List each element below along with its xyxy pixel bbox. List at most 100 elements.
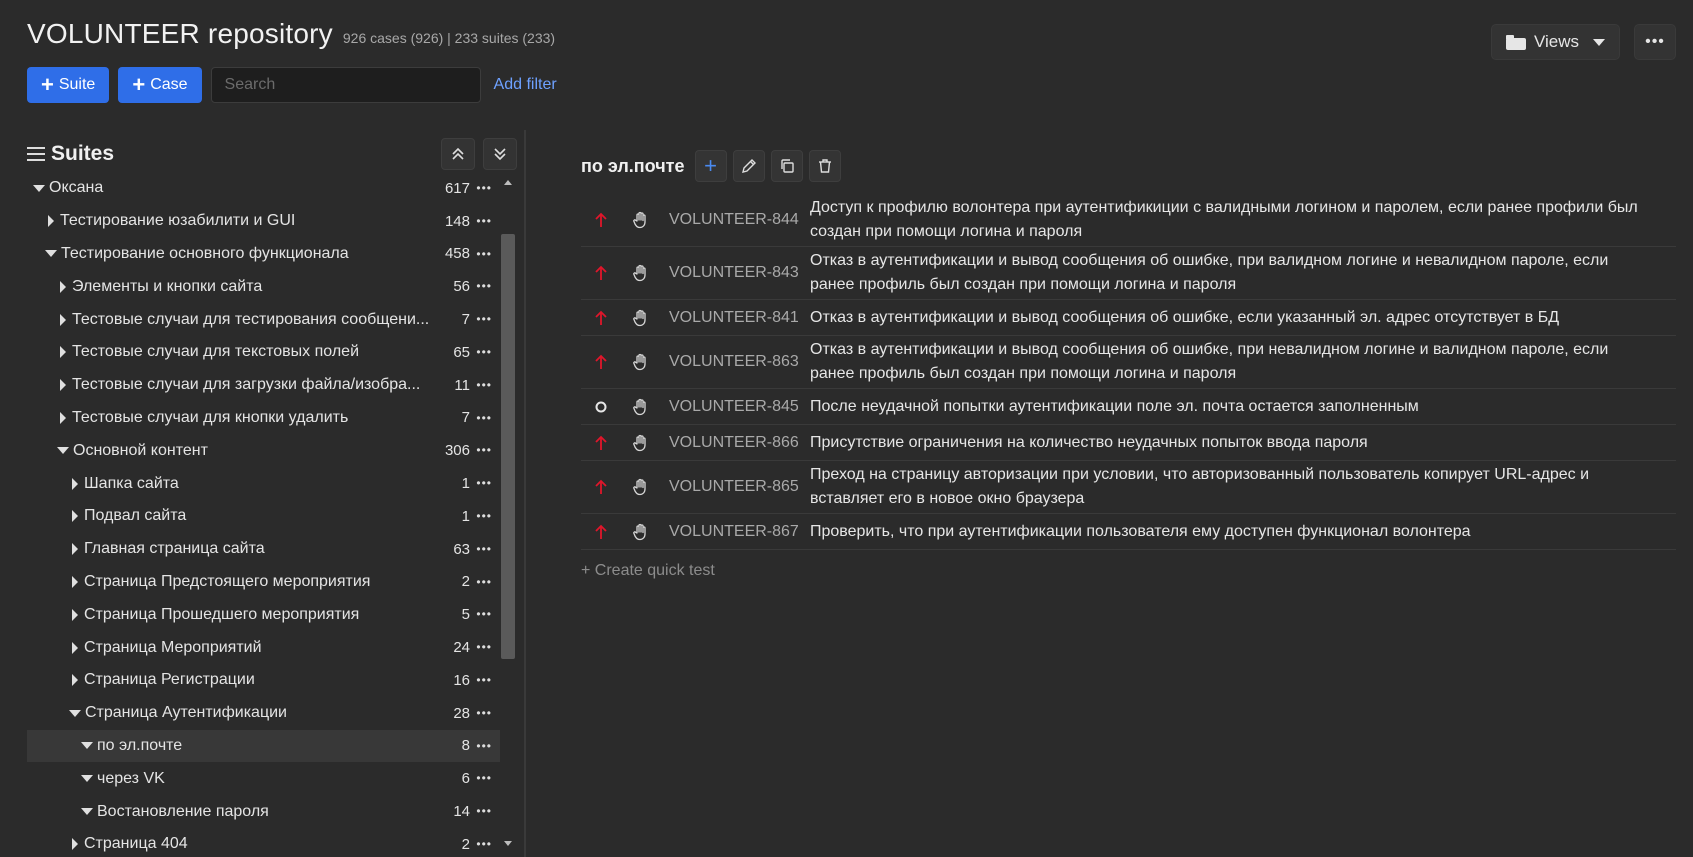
tree-node[interactable]: Шапка сайта 1 ••• [27, 467, 500, 500]
search-input[interactable] [210, 67, 481, 103]
node-more-icon[interactable]: ••• [476, 607, 492, 621]
node-more-icon[interactable]: ••• [476, 443, 492, 457]
scroll-down-arrow-icon[interactable] [504, 841, 512, 846]
tree-node[interactable]: по эл.почте 8 ••• [27, 729, 500, 763]
panel-divider[interactable] [524, 130, 526, 857]
case-title[interactable]: Присутствие ограничения на количество не… [810, 431, 1388, 455]
case-row[interactable]: VOLUNTEER-867 Проверить, что при аутентиф… [581, 514, 1676, 550]
caret-right-icon[interactable] [72, 674, 78, 687]
caret-right-icon[interactable] [72, 641, 78, 654]
node-more-icon[interactable]: ••• [476, 640, 492, 654]
node-more-icon[interactable]: ••• [476, 804, 492, 818]
clone-suite-button[interactable] [770, 150, 803, 182]
node-more-icon[interactable]: ••• [476, 181, 492, 195]
node-more-icon[interactable]: ••• [476, 673, 492, 687]
caret-right-icon[interactable] [60, 411, 66, 424]
caret-down-icon[interactable] [57, 447, 69, 455]
case-title[interactable]: Доступ к профилю волонтера при аутентифи… [810, 196, 1676, 244]
case-id[interactable]: VOLUNTEER-845 [661, 398, 810, 416]
caret-right-icon[interactable] [60, 280, 66, 293]
tree-node[interactable]: Подвал сайта 1 ••• [27, 500, 500, 533]
create-quick-test-link[interactable]: + Create quick test [581, 562, 1676, 580]
caret-down-icon[interactable] [69, 709, 81, 717]
case-id[interactable]: VOLUNTEER-867 [661, 523, 810, 541]
caret-right-icon[interactable] [72, 477, 78, 490]
case-id[interactable]: VOLUNTEER-863 [661, 353, 810, 371]
caret-down-icon[interactable] [81, 808, 93, 816]
tree-node[interactable]: Страница Регистрации 16 ••• [27, 664, 500, 697]
caret-right-icon[interactable] [72, 510, 78, 523]
node-more-icon[interactable]: ••• [476, 542, 492, 556]
caret-down-icon[interactable] [81, 742, 93, 750]
caret-down-icon[interactable] [33, 184, 45, 192]
caret-right-icon[interactable] [60, 313, 66, 326]
views-button[interactable]: Views [1490, 24, 1620, 60]
scrollbar-thumb[interactable] [501, 234, 515, 659]
case-title[interactable]: Отказ в аутентификации и вывод сообщения… [810, 306, 1579, 330]
case-row[interactable]: VOLUNTEER-863 Отказ в аутентификации и вы… [581, 336, 1676, 389]
tree-node[interactable]: Страница Мероприятий 24 ••• [27, 631, 500, 664]
case-row[interactable]: VOLUNTEER-841 Отказ в аутентификации и вы… [581, 300, 1676, 336]
caret-right-icon[interactable] [72, 543, 78, 556]
node-more-icon[interactable]: ••• [476, 345, 492, 359]
tree-node[interactable]: Тестирование юзабилити и GUI 148 ••• [27, 205, 500, 238]
tree-node[interactable]: Страница Аутентификации 28 ••• [27, 697, 500, 730]
tree-node[interactable]: Элементы и кнопки сайта 56 ••• [27, 270, 500, 303]
expand-all-button[interactable] [483, 138, 517, 170]
node-more-icon[interactable]: ••• [476, 837, 492, 851]
delete-suite-button[interactable] [808, 150, 841, 182]
case-id[interactable]: VOLUNTEER-843 [661, 264, 810, 282]
caret-right-icon[interactable] [48, 215, 54, 228]
add-suite-button[interactable]: + Suite [27, 67, 110, 103]
add-filter-link[interactable]: Add filter [494, 76, 557, 94]
node-more-icon[interactable]: ••• [476, 739, 492, 753]
case-row[interactable]: VOLUNTEER-843 Отказ в аутентификации и вы… [581, 247, 1676, 300]
caret-down-icon[interactable] [81, 775, 93, 783]
case-title[interactable]: Проверить, что при аутентификации пользо… [810, 520, 1491, 544]
case-id[interactable]: VOLUNTEER-866 [661, 434, 810, 452]
node-more-icon[interactable]: ••• [476, 476, 492, 490]
node-more-icon[interactable]: ••• [476, 411, 492, 425]
node-more-icon[interactable]: ••• [476, 509, 492, 523]
tree-node[interactable]: Тестовые случаи для текстовых полей 65 ••• [27, 336, 500, 369]
node-more-icon[interactable]: ••• [476, 771, 492, 785]
case-row[interactable]: VOLUNTEER-844 Доступ к профилю волонтера … [581, 194, 1676, 247]
collapse-all-button[interactable] [441, 138, 475, 170]
node-more-icon[interactable]: ••• [476, 312, 492, 326]
tree-node[interactable]: Оксана 617 ••• [27, 172, 500, 205]
caret-right-icon[interactable] [72, 838, 78, 851]
caret-right-icon[interactable] [60, 346, 66, 359]
case-row[interactable]: VOLUNTEER-865 Преход на страницу авториза… [581, 461, 1676, 514]
case-title[interactable]: Преход на страницу авторизации при услов… [810, 463, 1676, 511]
edit-suite-button[interactable] [732, 150, 765, 182]
case-row[interactable]: VOLUNTEER-866 Присутствие ограничения на … [581, 425, 1676, 461]
tree-node[interactable]: через VK 6 ••• [27, 762, 500, 795]
node-more-icon[interactable]: ••• [476, 279, 492, 293]
case-id[interactable]: VOLUNTEER-841 [661, 309, 810, 327]
node-more-icon[interactable]: ••• [476, 706, 492, 720]
tree-node[interactable]: Главная страница сайта 63 ••• [27, 533, 500, 566]
tree-node[interactable]: Тестовые случаи для загрузки файла/изобр… [27, 369, 500, 402]
tree-node[interactable]: Основной контент 306 ••• [27, 434, 500, 467]
tree-node[interactable]: Тестовые случаи для тестирования сообщен… [27, 303, 500, 336]
tree-node[interactable]: Тестовые случаи для кнопки удалить 7 ••• [27, 402, 500, 435]
more-options-button[interactable]: ••• [1634, 24, 1676, 60]
case-id[interactable]: VOLUNTEER-844 [661, 211, 810, 229]
tree-node[interactable]: Востановление пароля 14 ••• [27, 795, 500, 828]
case-row[interactable]: VOLUNTEER-845 После неудачной попытки аут… [581, 389, 1676, 425]
node-more-icon[interactable]: ••• [476, 247, 492, 261]
add-case-to-suite-button[interactable]: + [694, 150, 727, 182]
caret-right-icon[interactable] [72, 608, 78, 621]
node-more-icon[interactable]: ••• [476, 378, 492, 392]
caret-right-icon[interactable] [60, 379, 66, 392]
caret-down-icon[interactable] [45, 250, 57, 258]
case-title[interactable]: После неудачной попытки аутентификации п… [810, 395, 1439, 419]
add-case-button[interactable]: + Case [118, 67, 202, 103]
tree-node[interactable]: Страница 404 2 ••• [27, 828, 500, 852]
case-title[interactable]: Отказ в аутентификации и вывод сообщения… [810, 249, 1676, 297]
node-more-icon[interactable]: ••• [476, 575, 492, 589]
case-id[interactable]: VOLUNTEER-865 [661, 478, 810, 496]
case-title[interactable]: Отказ в аутентификации и вывод сообщения… [810, 338, 1676, 386]
tree-node[interactable]: Страница Прошедшего мероприятия 5 ••• [27, 598, 500, 631]
tree-node[interactable]: Тестирование основного функционала 458 ••• [27, 238, 500, 271]
